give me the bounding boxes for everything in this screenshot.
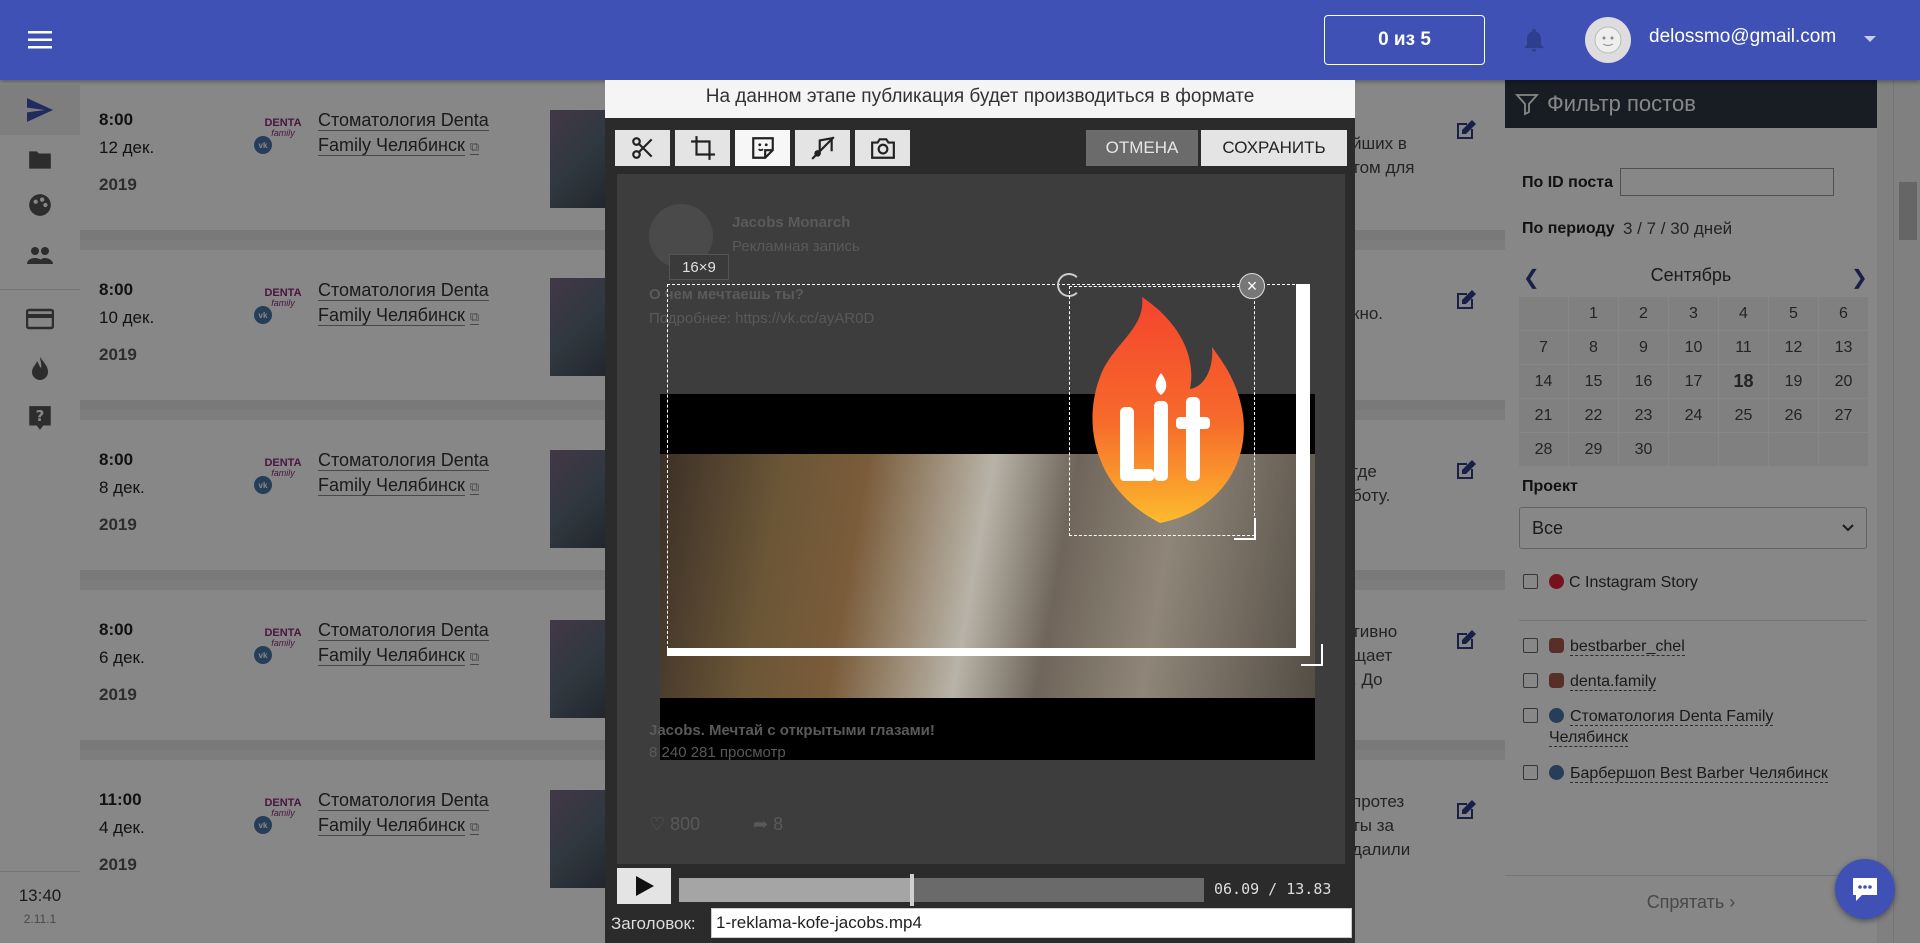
snapshot-tool-button[interactable] bbox=[855, 130, 910, 166]
publication-modal: На данном этапе публикация будет произво… bbox=[605, 80, 1355, 943]
fire-lit-sticker bbox=[1092, 297, 1244, 523]
video-editor: ОТМЕНА СОХРАНИТЬ Jacobs Monarch Рекламна… bbox=[605, 118, 1355, 943]
ghost-page-sub: Рекламная запись bbox=[732, 238, 860, 255]
ghost-shares-count: 8 bbox=[773, 814, 784, 834]
playback-controls: 06.09 / 13.83 bbox=[617, 866, 1345, 906]
sticker-frame[interactable] bbox=[1069, 286, 1255, 536]
crop-icon bbox=[690, 136, 715, 160]
cancel-button[interactable]: ОТМЕНА bbox=[1086, 130, 1198, 166]
timeline-scrubber[interactable] bbox=[679, 874, 1204, 906]
aspect-ratio-tag[interactable]: 16×9 bbox=[669, 254, 729, 280]
mute-icon bbox=[810, 136, 835, 160]
sticker-icon bbox=[751, 137, 774, 159]
top-bar: 0 из 5 delossmo@gmail.com bbox=[0, 0, 1920, 80]
post-counter-button[interactable]: 0 из 5 bbox=[1324, 15, 1485, 65]
close-icon: × bbox=[1246, 275, 1258, 296]
avatar-face-icon bbox=[1594, 26, 1622, 54]
heart-icon: ♡ bbox=[649, 814, 666, 834]
remove-sticker-button[interactable]: × bbox=[1239, 273, 1265, 299]
ghost-video-title: Jacobs. Мечтай с открытыми глазами! bbox=[649, 722, 935, 739]
chevron-down-icon[interactable] bbox=[1864, 36, 1876, 42]
ghost-likes-count: 800 bbox=[670, 814, 701, 834]
timeline-progress bbox=[679, 878, 912, 902]
menu-button[interactable] bbox=[0, 0, 80, 80]
user-email[interactable]: delossmo@gmail.com bbox=[1649, 26, 1836, 48]
ghost-likes: ♡ 800 bbox=[649, 814, 700, 835]
chat-bubble-icon bbox=[1853, 878, 1877, 901]
mute-tool-button[interactable] bbox=[795, 130, 850, 166]
hamburger-icon bbox=[28, 31, 52, 49]
modal-notice: На данном этапе публикация будет произво… bbox=[705, 86, 1255, 107]
save-button[interactable]: СОХРАНИТЬ bbox=[1201, 130, 1347, 166]
title-row: Заголовок: 1-reklama-kofe-jacobs.mp4 bbox=[611, 906, 1352, 940]
scissors-icon bbox=[631, 137, 652, 159]
share-icon: ➦ bbox=[753, 814, 769, 834]
notifications-button[interactable] bbox=[1520, 26, 1548, 59]
timecode: 06.09 / 13.83 bbox=[1214, 880, 1332, 898]
title-label: Заголовок: bbox=[611, 914, 696, 933]
ghost-page-name: Jacobs Monarch bbox=[732, 214, 851, 231]
support-chat-button[interactable] bbox=[1835, 859, 1895, 919]
crop-tool-button[interactable] bbox=[675, 130, 730, 166]
title-input[interactable]: 1-reklama-kofe-jacobs.mp4 bbox=[711, 908, 1352, 938]
play-button[interactable] bbox=[617, 868, 671, 904]
sticker-resize-handle[interactable] bbox=[1234, 518, 1256, 540]
ghost-shares: ➦ 8 bbox=[753, 814, 783, 835]
timeline-knob[interactable] bbox=[910, 874, 914, 906]
play-icon bbox=[636, 876, 654, 896]
crop-resize-handle[interactable] bbox=[1301, 644, 1323, 666]
camera-icon bbox=[870, 138, 895, 159]
user-avatar[interactable] bbox=[1585, 17, 1631, 63]
sticker-tool-button[interactable] bbox=[735, 130, 790, 166]
trim-tool-button[interactable] bbox=[615, 130, 670, 166]
bell-icon bbox=[1524, 28, 1544, 52]
ghost-views: 8 240 281 просмотр bbox=[649, 744, 786, 761]
